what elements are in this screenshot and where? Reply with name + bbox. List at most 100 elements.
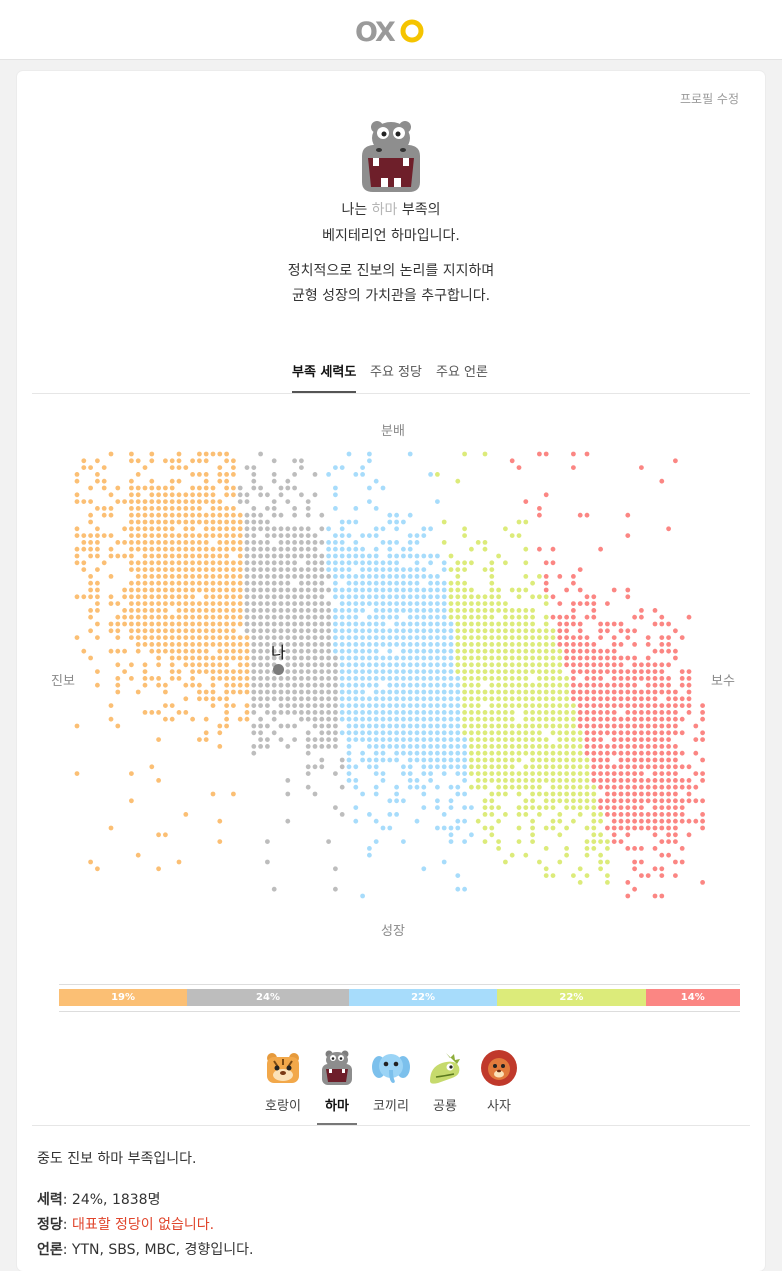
map-dot xyxy=(441,812,447,817)
map-dot xyxy=(292,689,297,695)
tribe-tab-lion[interactable]: 사자 xyxy=(472,1049,526,1114)
map-dot xyxy=(591,594,597,600)
map-dot xyxy=(523,662,529,668)
map-dot xyxy=(435,553,440,559)
map-dot xyxy=(414,642,420,647)
map-dot xyxy=(428,553,433,559)
map-dot xyxy=(122,614,127,620)
map-dot xyxy=(360,580,365,586)
map-dot xyxy=(258,519,263,525)
map-dot xyxy=(203,730,209,736)
map-dot xyxy=(237,485,243,491)
map-dot xyxy=(217,580,223,586)
map-dot xyxy=(489,614,495,620)
oxo-logo[interactable]: OX xyxy=(355,16,425,46)
map-dot xyxy=(673,744,678,749)
map-dot xyxy=(598,737,603,742)
map-dot xyxy=(319,642,325,647)
map-dot xyxy=(244,465,250,470)
map-dot xyxy=(632,866,637,872)
map-dot xyxy=(448,737,454,742)
tab-major-media[interactable]: 주요 언론 xyxy=(436,361,488,391)
map-dot xyxy=(475,710,481,715)
map-dot xyxy=(611,723,617,729)
map-dot xyxy=(448,689,454,695)
tribe-tab-elephant[interactable]: 코끼리 xyxy=(364,1049,418,1114)
map-dot xyxy=(523,744,529,749)
map-dot xyxy=(414,757,420,763)
map-dot xyxy=(129,478,134,484)
map-dot xyxy=(387,601,393,606)
edit-profile-link[interactable]: 프로필 수정 xyxy=(680,90,739,107)
map-dot xyxy=(353,628,359,634)
map-dot xyxy=(571,601,576,606)
map-dot xyxy=(537,723,542,729)
map-dot xyxy=(88,594,93,600)
map-dot xyxy=(673,771,678,776)
map-dot xyxy=(448,710,454,715)
tribe-tab-dinosaur[interactable]: 공룡 xyxy=(418,1049,472,1114)
map-dot xyxy=(156,682,162,688)
map-dot xyxy=(428,716,433,722)
map-dot xyxy=(312,567,318,572)
map-dot xyxy=(237,621,243,627)
map-dot xyxy=(373,723,379,729)
map-dot xyxy=(605,757,610,763)
map-dot xyxy=(475,778,481,783)
map-dot xyxy=(319,628,325,634)
map-dot xyxy=(557,642,563,647)
map-dot xyxy=(611,662,617,668)
map-dot xyxy=(611,778,617,783)
map-dot xyxy=(244,526,250,532)
map-dot xyxy=(537,744,542,749)
tribe-tab-hippo[interactable]: 하마 xyxy=(310,1049,364,1114)
map-dot xyxy=(421,533,427,538)
tab-tribe-power[interactable]: 부족 세력도 xyxy=(292,361,357,393)
map-dot xyxy=(414,635,420,640)
map-dot xyxy=(135,608,141,613)
map-dot xyxy=(462,526,467,532)
map-dot xyxy=(584,512,590,518)
map-dot xyxy=(203,560,209,566)
map-dot xyxy=(305,621,311,627)
map-dot xyxy=(693,798,699,804)
map-dot xyxy=(149,519,155,525)
map-dot xyxy=(305,635,311,640)
tribe-tab-tiger[interactable]: 호랑이 xyxy=(256,1049,310,1114)
map-dot xyxy=(632,689,637,695)
map-dot xyxy=(244,492,250,498)
map-dot xyxy=(149,764,155,770)
map-dot xyxy=(509,662,515,668)
map-dot xyxy=(142,465,148,470)
map-dot xyxy=(530,723,535,729)
map-dot xyxy=(367,580,372,586)
map-dot xyxy=(428,750,433,756)
map-dot xyxy=(407,696,413,702)
map-dot xyxy=(210,560,216,566)
map-dot xyxy=(673,757,678,763)
map-dot xyxy=(625,716,631,722)
map-dot xyxy=(537,682,542,688)
map-dot xyxy=(163,614,168,620)
map-dot xyxy=(224,567,230,572)
map-dot xyxy=(346,750,352,756)
tab-major-parties[interactable]: 주요 정당 xyxy=(370,361,422,391)
map-dot xyxy=(598,689,603,695)
map-dot xyxy=(271,560,277,566)
map-dot xyxy=(88,533,93,538)
map-dot xyxy=(557,812,563,817)
map-dot xyxy=(74,499,80,504)
map-dot xyxy=(224,689,230,695)
map-dot xyxy=(645,791,651,797)
map-dot xyxy=(571,805,576,810)
map-dot xyxy=(482,621,488,627)
map-dot xyxy=(197,608,202,613)
map-dot xyxy=(292,540,297,545)
map-dot xyxy=(503,655,508,661)
map-dot xyxy=(101,512,107,518)
map-dot xyxy=(339,696,345,702)
map-dot xyxy=(407,676,413,681)
map-dot xyxy=(489,689,495,695)
map-dot xyxy=(605,791,610,797)
map-dot xyxy=(183,553,189,559)
